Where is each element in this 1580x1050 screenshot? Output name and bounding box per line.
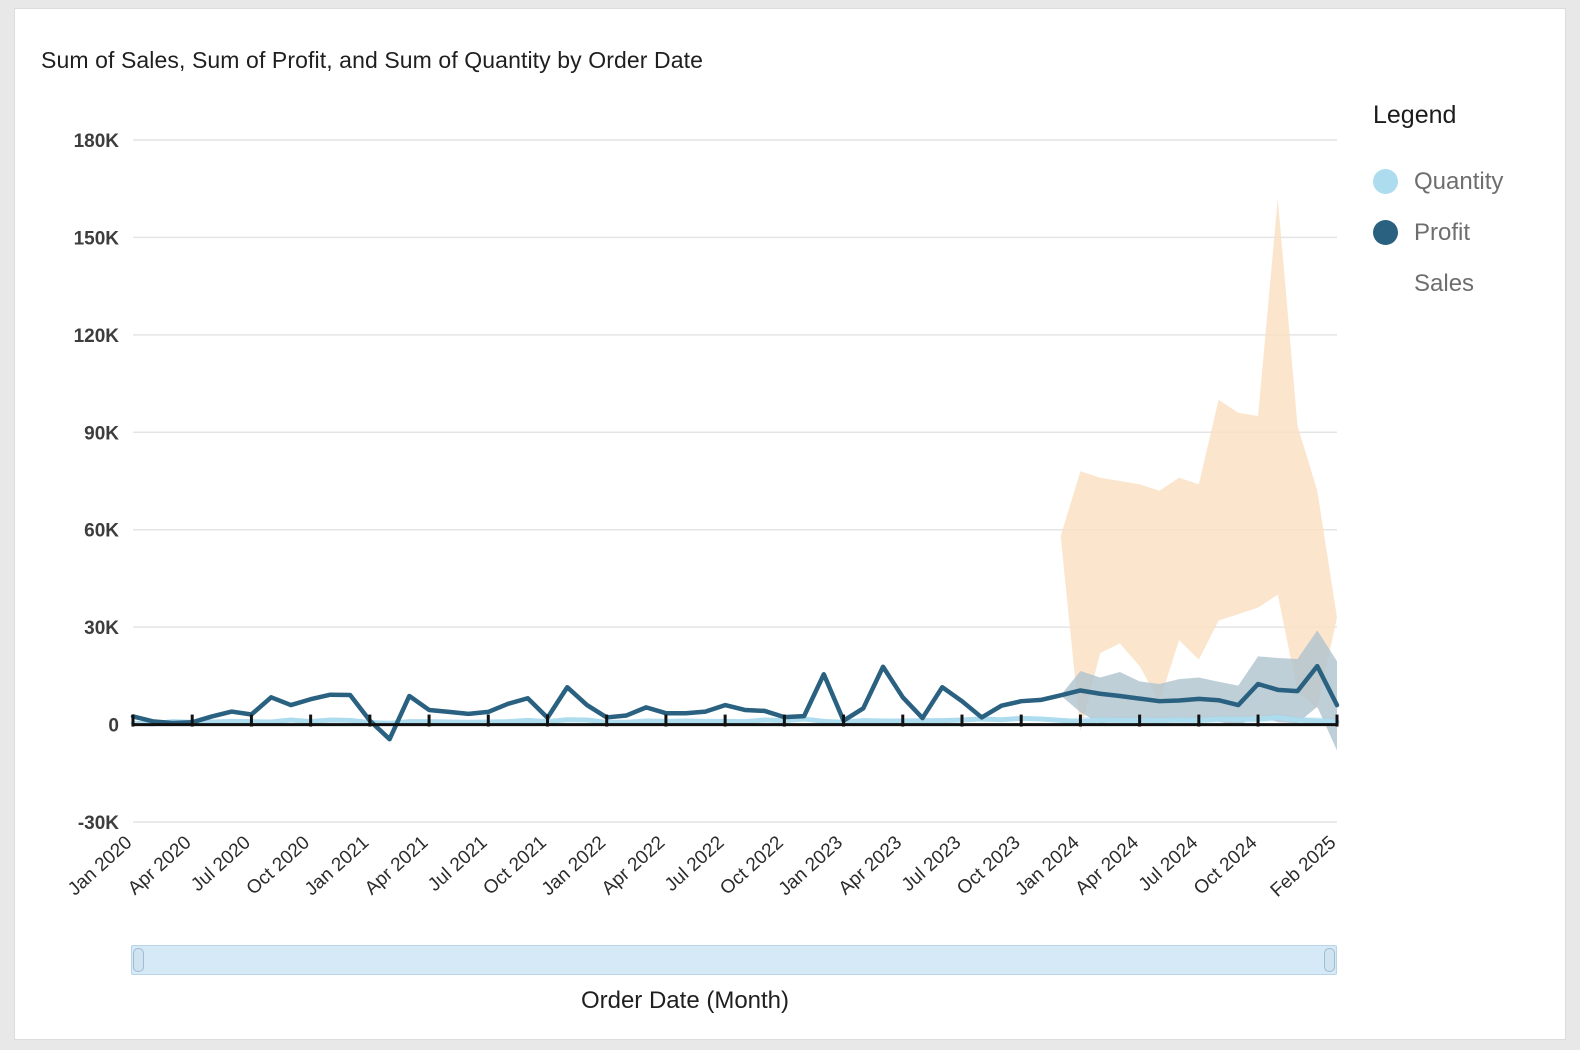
y-axis-tick-label: 90K [84, 423, 119, 444]
x-axis-tick-label: Jan 2022 [538, 832, 610, 900]
chart-svg[interactable]: -30K030K60K90K120K150K180K Jan 2020Apr 2… [15, 9, 1566, 1040]
range-slider-left-handle[interactable] [133, 948, 144, 972]
x-axis-tick-label: Apr 2021 [361, 832, 432, 899]
y-axis-tick-labels: -30K 0 30K 60K 90K 120K 150K 180K [74, 131, 120, 834]
legend-item-quantity[interactable]: Quantity [1373, 156, 1563, 207]
x-axis-tick-label: Jan 2020 [64, 832, 136, 900]
y-axis-tick-label: 60K [84, 521, 119, 542]
visualization-card: Sum of Sales, Sum of Profit, and Sum of … [14, 8, 1566, 1040]
legend: Legend Quantity Profit Sales [1373, 101, 1563, 309]
y-axis-tick-label: -30K [78, 813, 119, 834]
x-axis-tick-label: Feb 2025 [1267, 832, 1341, 901]
y-axis-tick-label: 30K [84, 618, 119, 639]
x-axis-tick-label: Oct 2023 [953, 832, 1024, 899]
legend-title: Legend [1373, 101, 1563, 130]
forecast-band-sales [1061, 198, 1337, 731]
x-axis-tick-label: Oct 2024 [1190, 832, 1262, 899]
legend-swatch-quantity-icon [1373, 169, 1398, 194]
x-axis-tick-labels: Jan 2020Apr 2020Jul 2020Oct 2020Jan 2021… [64, 832, 1340, 902]
y-axis-tick-label: 120K [74, 326, 120, 347]
range-slider-right-handle[interactable] [1324, 948, 1335, 972]
legend-item-label: Sales [1414, 270, 1474, 298]
legend-item-label: Quantity [1414, 168, 1503, 196]
x-axis-tick-label: Jan 2023 [775, 832, 847, 900]
y-axis-tick-label: 0 [108, 716, 119, 737]
x-axis-tick-label: Apr 2024 [1072, 832, 1144, 899]
plot-area[interactable]: -30K030K60K90K120K150K180K Jan 2020Apr 2… [15, 9, 1566, 1040]
series-line-quantity [133, 717, 1337, 723]
legend-swatch-sales-icon [1373, 271, 1398, 296]
legend-item-label: Profit [1414, 219, 1470, 247]
legend-item-profit[interactable]: Profit [1373, 207, 1563, 258]
x-axis-tick-label: Oct 2022 [716, 832, 787, 899]
x-axis-tick-label: Oct 2020 [243, 832, 314, 899]
legend-swatch-profit-icon [1373, 220, 1398, 245]
x-axis-tick-label: Jan 2024 [1012, 832, 1084, 900]
x-axis-tick-label: Apr 2020 [124, 832, 195, 899]
x-axis-tick-label: Jan 2021 [301, 832, 373, 900]
forecast-confidence-bands [1061, 198, 1337, 750]
x-axis-tick-label: Apr 2022 [598, 832, 669, 899]
x-axis-tick-label: Oct 2021 [479, 832, 550, 899]
y-axis-tick-label: 180K [74, 131, 120, 152]
y-axis-tick-label: 150K [74, 228, 120, 249]
legend-items[interactable]: Quantity Profit Sales [1373, 156, 1563, 309]
x-axis-title: Order Date (Month) [15, 987, 1355, 1015]
legend-item-sales[interactable]: Sales [1373, 258, 1563, 309]
x-axis-tick-label: Apr 2023 [835, 832, 906, 899]
date-range-slider[interactable] [131, 945, 1337, 975]
